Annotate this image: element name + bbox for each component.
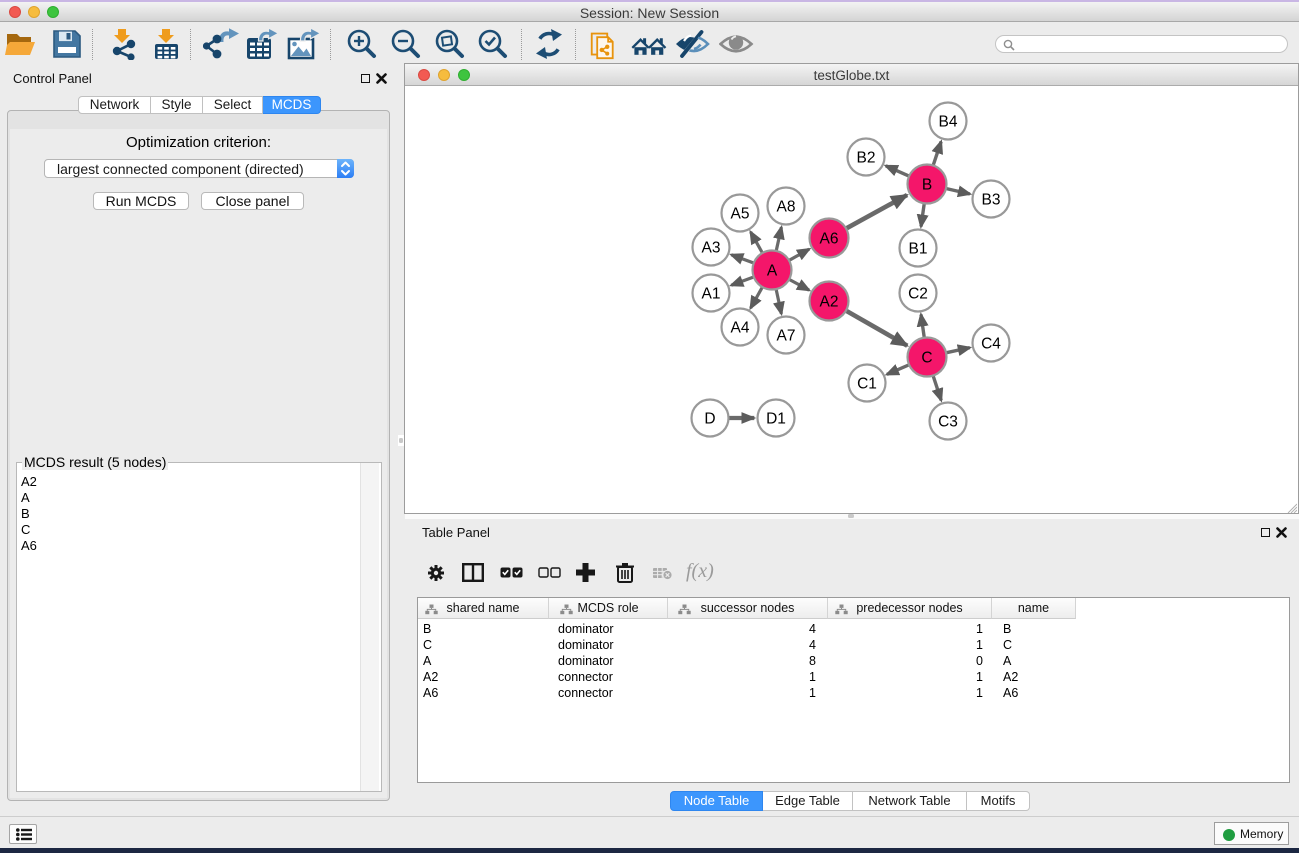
svg-text:A6: A6 — [820, 231, 839, 248]
svg-text:A7: A7 — [777, 328, 796, 345]
svg-text:A1: A1 — [702, 286, 721, 303]
svg-text:B3: B3 — [982, 192, 1001, 209]
svg-text:D1: D1 — [766, 411, 786, 428]
svg-text:B2: B2 — [857, 150, 876, 167]
svg-text:C: C — [921, 350, 932, 367]
svg-text:D: D — [704, 411, 715, 428]
svg-text:B1: B1 — [909, 241, 928, 258]
svg-text:A8: A8 — [777, 199, 796, 216]
svg-text:A5: A5 — [731, 206, 750, 223]
svg-text:B: B — [922, 177, 932, 194]
svg-text:C3: C3 — [938, 414, 958, 431]
svg-text:C2: C2 — [908, 286, 928, 303]
svg-text:C1: C1 — [857, 376, 877, 393]
svg-text:A: A — [767, 263, 778, 280]
svg-text:A2: A2 — [820, 294, 839, 311]
svg-text:B4: B4 — [939, 114, 958, 131]
svg-text:A4: A4 — [731, 320, 750, 337]
svg-text:C4: C4 — [981, 336, 1001, 353]
svg-text:A3: A3 — [702, 240, 721, 257]
